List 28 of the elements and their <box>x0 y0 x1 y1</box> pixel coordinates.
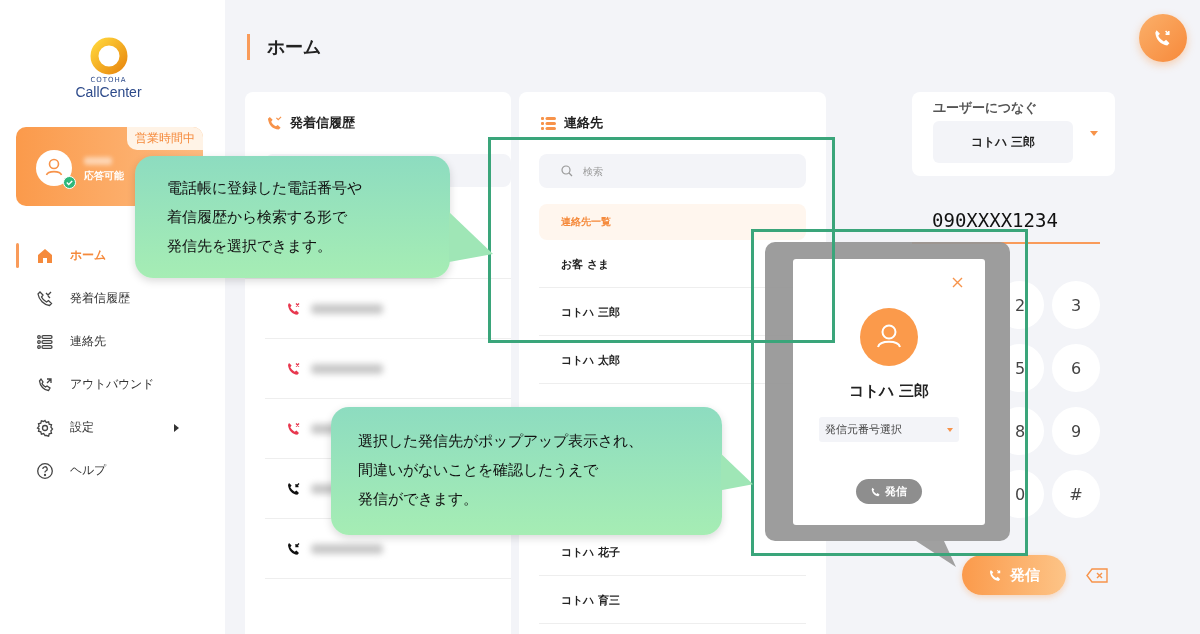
callout-text: 発信先を選択できます。 <box>167 236 332 257</box>
search-field[interactable]: 検索 <box>539 154 806 188</box>
keypad-key[interactable]: 3 <box>1052 281 1100 329</box>
field-label: ユーザーにつなぐ <box>933 100 1038 117</box>
user-select[interactable]: コトハ 三郎 <box>933 121 1073 163</box>
status-text: 応答可能 <box>84 168 124 183</box>
callout-text: 間違いがないことを確認したうえで <box>358 461 598 480</box>
callout-text: 発信ができます。 <box>358 490 478 509</box>
nav-item[interactable]: 連絡先 <box>0 320 225 363</box>
nav-item[interactable]: アウトバウンド <box>0 363 225 406</box>
panel-title: 発着信履歴 <box>290 114 355 132</box>
source-number-select[interactable]: 発信元番号選択 <box>819 417 959 442</box>
panel-title: 連絡先 <box>564 114 603 132</box>
nav-item[interactable]: 発着信履歴 <box>0 277 225 320</box>
contact-item[interactable]: コトハ 育三 <box>539 576 806 624</box>
logo-text: CallCenter <box>75 84 142 100</box>
callout-text: 着信履歴から検索する形で <box>167 207 347 228</box>
nav-item[interactable]: 設定 <box>0 406 225 449</box>
callout-text: 選択した発信先がポップアップ表示され、 <box>358 432 643 451</box>
keypad-key[interactable]: 9 <box>1052 407 1100 455</box>
contact-group-header: 連絡先一覧 <box>539 204 806 240</box>
keypad-key[interactable]: 6 <box>1052 344 1100 392</box>
nav-item[interactable]: ヘルプ <box>0 449 225 492</box>
callout-text: 電話帳に登録した電話番号や <box>167 178 362 199</box>
business-hours-badge: 営業時間中 <box>127 127 203 150</box>
phone-number: 090XXXX1234 <box>932 209 1058 231</box>
keypad-key[interactable]: # <box>1052 470 1100 518</box>
contact-name: コトハ 三郎 <box>848 382 930 401</box>
